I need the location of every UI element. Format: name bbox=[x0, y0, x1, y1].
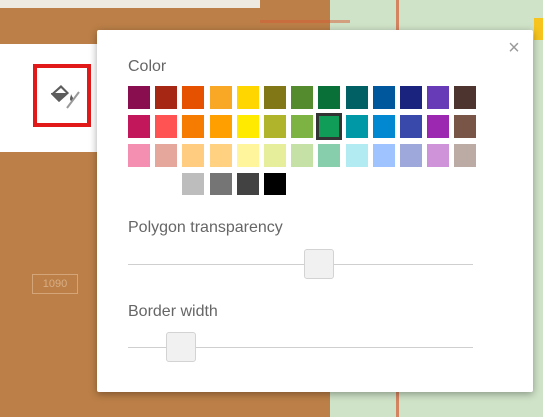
color-swatch[interactable] bbox=[128, 86, 150, 109]
color-swatch[interactable] bbox=[291, 86, 314, 109]
color-swatch[interactable] bbox=[209, 144, 232, 167]
color-swatch[interactable] bbox=[264, 86, 286, 109]
color-swatch[interactable] bbox=[182, 86, 205, 109]
color-swatch[interactable] bbox=[236, 173, 259, 195]
color-swatch[interactable] bbox=[155, 173, 178, 195]
color-swatch[interactable] bbox=[372, 86, 395, 109]
color-swatch[interactable] bbox=[209, 86, 232, 109]
style-popup bbox=[97, 30, 533, 392]
color-swatch[interactable] bbox=[236, 115, 259, 138]
color-swatch[interactable] bbox=[345, 86, 368, 109]
color-swatch[interactable] bbox=[372, 144, 395, 167]
color-swatch[interactable] bbox=[345, 115, 368, 138]
color-swatch[interactable] bbox=[264, 173, 286, 195]
color-swatch[interactable] bbox=[155, 144, 178, 167]
color-swatch[interactable] bbox=[345, 144, 368, 167]
color-swatch[interactable] bbox=[291, 115, 314, 138]
color-swatch[interactable] bbox=[128, 144, 150, 167]
color-swatch[interactable] bbox=[400, 144, 422, 167]
border-width-slider-thumb[interactable] bbox=[165, 332, 196, 362]
map-route-label: 1090 bbox=[32, 274, 78, 294]
color-swatch[interactable] bbox=[316, 113, 343, 140]
color-swatch[interactable] bbox=[155, 115, 178, 138]
map-road-marker bbox=[534, 18, 543, 40]
color-swatch[interactable] bbox=[236, 86, 259, 109]
transparency-label: Polygon transparency bbox=[128, 219, 283, 236]
polygon-border-top bbox=[260, 20, 350, 23]
color-swatch[interactable] bbox=[182, 144, 205, 167]
color-swatch[interactable] bbox=[209, 173, 232, 195]
color-swatch[interactable] bbox=[182, 115, 205, 138]
color-swatch[interactable] bbox=[318, 144, 341, 167]
border-width-label: Border width bbox=[128, 303, 218, 320]
color-swatch[interactable] bbox=[128, 115, 150, 138]
transparency-slider-track[interactable] bbox=[128, 264, 473, 265]
close-button[interactable]: × bbox=[504, 38, 524, 58]
color-swatch[interactable] bbox=[427, 144, 450, 167]
color-swatch[interactable] bbox=[182, 173, 205, 195]
color-swatch[interactable] bbox=[209, 115, 232, 138]
color-swatch[interactable] bbox=[454, 144, 477, 167]
color-swatch[interactable] bbox=[318, 86, 341, 109]
color-swatch[interactable] bbox=[400, 115, 422, 138]
color-swatch[interactable] bbox=[400, 86, 422, 109]
color-section-label: Color bbox=[128, 58, 167, 75]
color-swatch[interactable] bbox=[372, 115, 395, 138]
color-swatch[interactable] bbox=[264, 115, 286, 138]
color-swatch[interactable] bbox=[454, 115, 477, 138]
color-swatch[interactable] bbox=[264, 144, 286, 167]
color-swatch[interactable] bbox=[454, 86, 477, 109]
color-swatch[interactable] bbox=[155, 86, 178, 109]
color-swatch[interactable] bbox=[291, 144, 314, 167]
color-swatch[interactable] bbox=[427, 115, 450, 138]
color-swatch[interactable] bbox=[236, 144, 259, 167]
fill-style-button[interactable] bbox=[33, 64, 91, 127]
transparency-slider-thumb[interactable] bbox=[304, 249, 335, 279]
paint-bucket-icon bbox=[51, 85, 80, 109]
color-swatch[interactable] bbox=[427, 86, 450, 109]
